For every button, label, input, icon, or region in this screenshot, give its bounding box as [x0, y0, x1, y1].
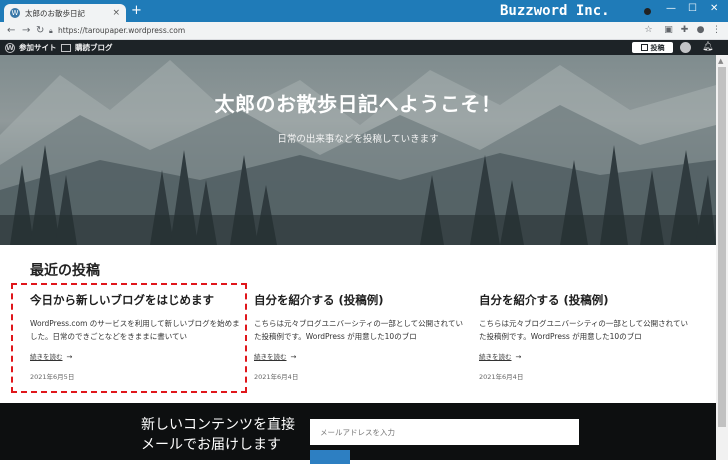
site-tagline: 日常の出来事などを投稿していきます	[277, 134, 439, 145]
new-post-button[interactable]: 投稿	[632, 42, 673, 53]
wordpress-logo-icon: W	[5, 42, 15, 53]
my-sites-menu[interactable]: W 参加サイト	[5, 40, 57, 55]
read-more-link[interactable]: 続きを読む	[479, 351, 512, 361]
my-sites-label: 参加サイト	[19, 43, 57, 52]
tab-title: 太郎のお散歩日記	[25, 8, 85, 18]
wp-admin-bar: W 参加サイト 購読ブログ 投稿 🔔︎	[0, 40, 728, 55]
recent-posts-heading: 最近の投稿	[30, 263, 100, 279]
arrow-right-icon: →	[515, 353, 522, 361]
post-date: 2021年6月4日	[479, 373, 524, 381]
address-bar[interactable]: https://taroupaper.wordpress.com	[58, 25, 185, 37]
extension-icon[interactable]: ▣	[663, 24, 674, 36]
reload-icon[interactable]: ↻	[36, 23, 44, 39]
new-tab-button[interactable]: +	[131, 4, 142, 18]
newsletter-text: 新しいコンテンツを直接メールでお届けします	[141, 417, 295, 453]
avatar[interactable]	[680, 42, 691, 53]
profile-icon[interactable]: ●	[695, 24, 706, 36]
maximize-button[interactable]: ☐	[688, 2, 697, 16]
profile-dot-icon[interactable]	[644, 8, 651, 15]
scroll-up-icon[interactable]: ▲	[718, 57, 723, 65]
brand-watermark: Buzzword Inc.	[500, 3, 610, 19]
page-scrollbar[interactable]: ▲	[716, 55, 728, 460]
browser-toolbar: ← → ↻ 🔒︎ https://taroupaper.wordpress.co…	[0, 22, 728, 40]
post-excerpt: こちらは元々ブログユニバーシティの一部として公開されていた投稿例です。WordP…	[479, 319, 688, 341]
reader-label: 購読ブログ	[75, 43, 113, 52]
forward-icon[interactable]: →	[22, 23, 30, 39]
hero-banner: 太郎のお散歩日記へようこそ！ 日常の出来事などを投稿していきます	[0, 55, 716, 245]
subscribe-button[interactable]	[310, 450, 350, 464]
browser-tab[interactable]: W 太郎のお散歩日記 ×	[4, 4, 126, 22]
scroll-thumb[interactable]	[718, 67, 726, 427]
lock-icon[interactable]: 🔒︎	[49, 25, 53, 37]
post-title[interactable]: 自分を紹介する (投稿例)	[479, 293, 691, 308]
back-icon[interactable]: ←	[7, 23, 15, 39]
wordpress-favicon-icon: W	[10, 8, 20, 18]
post-card: 自分を紹介する (投稿例) こちらは元々ブログユニバーシティの一部として公開され…	[479, 293, 691, 381]
reader-icon	[61, 43, 71, 52]
email-field[interactable]	[310, 419, 579, 445]
post-excerpt: こちらは元々ブログユニバーシティの一部として公開されていた投稿例です。WordP…	[254, 319, 463, 341]
minimize-button[interactable]: —	[666, 2, 676, 16]
bookmark-star-icon[interactable]: ☆	[643, 24, 654, 36]
new-post-label: 投稿	[650, 43, 665, 52]
post-title[interactable]: 自分を紹介する (投稿例)	[254, 293, 466, 308]
newsletter-section: 新しいコンテンツを直接メールでお届けします	[0, 403, 716, 464]
arrow-right-icon: →	[290, 353, 297, 361]
site-title: 太郎のお散歩日記へようこそ！	[214, 92, 502, 116]
highlight-box	[11, 283, 247, 393]
window-close-button[interactable]: ✕	[710, 2, 718, 16]
write-post-icon	[640, 44, 648, 51]
puzzle-icon[interactable]: ✚	[679, 24, 690, 36]
notifications-icon[interactable]: 🔔︎	[702, 42, 713, 52]
tab-close-icon[interactable]: ×	[112, 8, 120, 18]
reader-menu[interactable]: 購読ブログ	[61, 40, 113, 55]
post-card: 自分を紹介する (投稿例) こちらは元々ブログユニバーシティの一部として公開され…	[254, 293, 466, 381]
browser-titlebar: W 太郎のお散歩日記 × + Buzzword Inc. — ☐ ✕	[0, 0, 728, 22]
menu-icon[interactable]: ⋮	[711, 24, 722, 36]
mountain-forest-background	[0, 60, 716, 245]
post-date: 2021年6月4日	[254, 373, 299, 381]
read-more-link[interactable]: 続きを読む	[254, 351, 287, 361]
